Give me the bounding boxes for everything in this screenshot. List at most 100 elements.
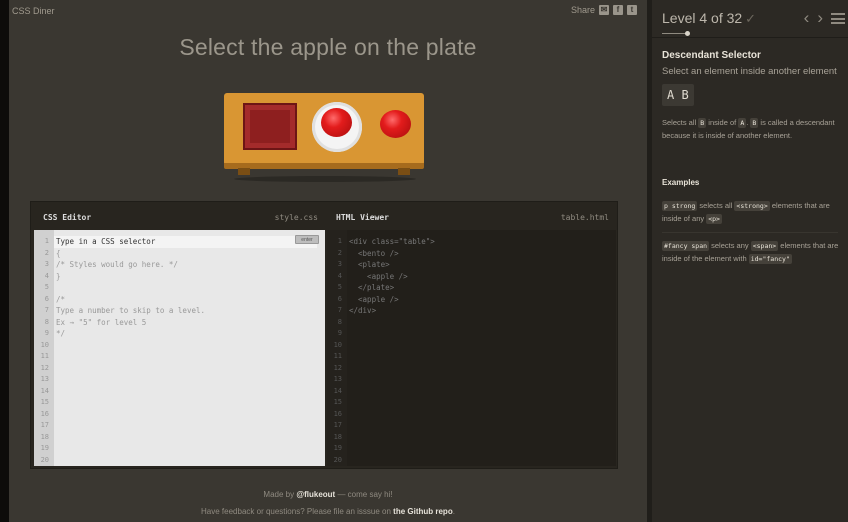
hint-code: B bbox=[698, 118, 707, 128]
footer-feedback-prefix: Have feedback or questions? Please file … bbox=[201, 507, 394, 516]
code-line: /* Styles would go here. */ bbox=[56, 260, 178, 269]
editors-panel: CSS Editor style.css 1 2 3 4 5 6 7 8 9 10 11 12 13 14… bbox=[30, 201, 618, 469]
line-number: 19 bbox=[333, 444, 342, 452]
level-header: Level 4 of 32 ✓ ‹ › bbox=[652, 0, 848, 38]
line-number: 2 bbox=[337, 248, 342, 257]
check-icon: ✓ bbox=[745, 11, 757, 26]
line-number: 7 bbox=[337, 306, 342, 314]
app-title: CSS Diner bbox=[12, 6, 55, 16]
css-editor-header: CSS Editor style.css bbox=[34, 204, 325, 230]
github-repo-link[interactable]: the Github repo bbox=[393, 507, 453, 516]
example-code: p strong bbox=[662, 201, 698, 211]
css-line-numbers: 1 2 3 4 5 6 7 8 9 10 11 12 13 14 15 16 17 18 19 20 bbox=[34, 230, 54, 466]
line-number: 7 bbox=[44, 306, 49, 314]
apple[interactable] bbox=[380, 110, 411, 138]
code-line: { bbox=[56, 248, 61, 258]
level-instruction: Select the apple on the plate bbox=[179, 34, 477, 60]
selector-syntax: A B bbox=[662, 84, 694, 106]
code-line: Type a number to skip to a level. bbox=[56, 306, 206, 315]
examples-heading: Examples bbox=[662, 178, 700, 187]
css-editor-body: 1 2 3 4 5 6 7 8 9 10 11 12 13 14 15 16 17 18 19 20 Type in … bbox=[34, 230, 325, 466]
line-number: 11 bbox=[40, 352, 49, 360]
css-selector-input[interactable]: Type in a CSS selector bbox=[54, 236, 317, 248]
line-number: 4 bbox=[337, 271, 342, 280]
line-number: 20 bbox=[333, 455, 342, 464]
example-code: id="fancy" bbox=[748, 254, 792, 264]
window-edge bbox=[0, 0, 9, 522]
code-line: <apple /> bbox=[349, 271, 408, 281]
line-number: 3 bbox=[44, 260, 49, 268]
code-line: Ex → "5" for level 5 bbox=[56, 317, 147, 327]
line-number: 18 bbox=[40, 432, 49, 441]
sidebar: Level 4 of 32 ✓ ‹ › Descendant Selector S… bbox=[652, 0, 848, 522]
next-level-icon[interactable]: › bbox=[817, 8, 823, 28]
bento[interactable] bbox=[243, 103, 297, 150]
code-line: <div class="table"> bbox=[349, 237, 435, 246]
css-code-lines: {/* Styles would go here. */} /* Type a nu… bbox=[56, 248, 317, 340]
footer-credit-suffix: — come say hi! bbox=[335, 490, 393, 499]
html-line-numbers: 1 2 3 4 5 6 7 8 9 10 11 12 13 14 15 16 17 18 19 20 bbox=[327, 230, 347, 466]
apple-on-plate[interactable] bbox=[321, 108, 352, 137]
prev-level-icon[interactable]: ‹ bbox=[804, 8, 810, 28]
line-number: 6 bbox=[44, 294, 49, 303]
level-nav: ‹ › bbox=[804, 8, 845, 28]
progress-marker bbox=[685, 31, 690, 36]
code-line: <apple /> bbox=[349, 294, 399, 304]
game-area: CSS Diner Share ✉ f t Select the apple o… bbox=[9, 0, 647, 522]
line-number: 18 bbox=[333, 432, 342, 441]
line-number: 14 bbox=[333, 386, 342, 395]
table-front bbox=[224, 163, 424, 169]
example-item: p strong selects all <strong> elements t… bbox=[662, 199, 840, 225]
line-number: 8 bbox=[44, 317, 49, 326]
footer-feedback-suffix: . bbox=[452, 507, 455, 516]
author-link[interactable]: @flukeout bbox=[296, 490, 335, 499]
facebook-icon[interactable]: f bbox=[613, 5, 623, 15]
line-number: 16 bbox=[333, 409, 342, 418]
level-label: Level 4 of 32 bbox=[662, 10, 743, 26]
html-code-lines: <div class="table"> <bento /> <plate> <a… bbox=[349, 236, 435, 317]
example-item: #fancy span selects any <span> elements … bbox=[662, 239, 840, 265]
selector-name: Descendant Selector bbox=[662, 50, 761, 61]
html-viewer-file: table.html bbox=[560, 212, 609, 222]
footer-feedback: Have feedback or questions? Please file … bbox=[9, 507, 647, 516]
code-line: /* bbox=[56, 294, 66, 304]
share-bar: Share ✉ f t bbox=[571, 5, 637, 15]
line-number: 13 bbox=[333, 375, 342, 383]
line-number: 16 bbox=[40, 409, 49, 418]
line-number: 8 bbox=[337, 317, 342, 326]
line-number: 4 bbox=[44, 271, 49, 280]
html-viewer: HTML Viewer table.html 1 2 3 4 5 6 7 8 9 10 11 12 13… bbox=[327, 204, 616, 467]
hint-text: inside of bbox=[706, 118, 739, 127]
code-line: <plate> bbox=[349, 260, 390, 269]
footer-credit-prefix: Made by bbox=[263, 490, 297, 499]
line-number: 20 bbox=[40, 455, 49, 464]
footer-credit: Made by @flukeout — come say hi! bbox=[9, 490, 647, 499]
level-progress bbox=[662, 33, 686, 34]
enter-button[interactable]: enter bbox=[295, 235, 319, 244]
email-icon[interactable]: ✉ bbox=[599, 5, 609, 15]
example-code: <span> bbox=[750, 241, 779, 251]
selector-description: Select an element inside another element bbox=[662, 66, 837, 77]
line-number: 1 bbox=[44, 237, 49, 245]
example-code: <p> bbox=[706, 214, 722, 224]
line-number: 11 bbox=[333, 352, 342, 360]
selector-hint: Selects all B inside of A. B is called a… bbox=[662, 116, 840, 142]
css-editor: CSS Editor style.css 1 2 3 4 5 6 7 8 9 10 11 12 13 14… bbox=[34, 204, 325, 467]
css-code: Type in a CSS selector { /* Styles would … bbox=[54, 236, 317, 340]
html-viewer-header: HTML Viewer table.html bbox=[327, 204, 616, 230]
twitter-icon[interactable]: t bbox=[627, 5, 637, 15]
example-code: #fancy span bbox=[662, 241, 710, 251]
code-line: */ bbox=[56, 329, 66, 338]
line-number: 9 bbox=[44, 329, 49, 337]
css-editor-file: style.css bbox=[274, 212, 318, 222]
hint-text: Selects all bbox=[662, 118, 699, 127]
table bbox=[224, 93, 424, 182]
table-leg-right bbox=[398, 168, 410, 175]
menu-icon[interactable] bbox=[831, 12, 845, 24]
table-leg-left bbox=[238, 168, 250, 175]
level-indicator: Level 4 of 32 ✓ bbox=[662, 10, 756, 27]
html-viewer-body: 1 2 3 4 5 6 7 8 9 10 11 12 13 14 15 16 17 18 19 20 <div cla… bbox=[327, 230, 616, 466]
line-number: 17 bbox=[333, 421, 342, 429]
line-number: 5 bbox=[44, 283, 49, 291]
